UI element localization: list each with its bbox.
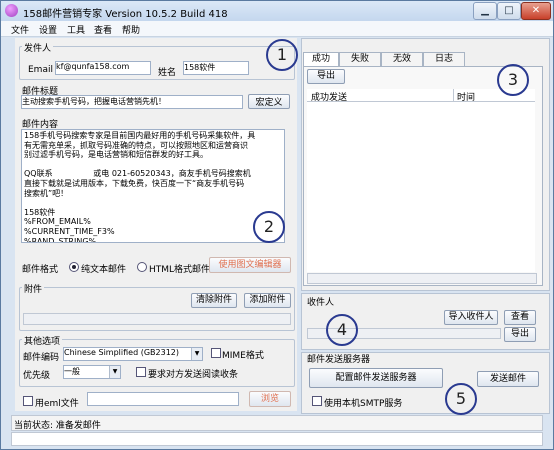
content-line	[24, 198, 282, 208]
window-title: 158邮件营销专家 Version 10.5.2 Build 418	[23, 9, 228, 20]
content-textarea[interactable]: 158手机号码搜索专家是目前国内最好用的手机号码采集软件，具 有无需充单采，抓取号…	[21, 129, 285, 243]
mime-checkbox[interactable]	[211, 348, 221, 358]
import-recipients-button[interactable]: 导入收件人	[444, 310, 498, 325]
tab-failed[interactable]: 失败	[339, 52, 381, 66]
results-table[interactable]	[307, 102, 535, 272]
priority-value: 一般	[64, 367, 80, 376]
content-line: 搜索机”吧！	[24, 188, 69, 198]
view-recipients-button[interactable]: 查看	[504, 310, 536, 325]
format-label: 邮件格式	[22, 265, 59, 275]
export-recipients-button[interactable]: 导出	[504, 327, 536, 342]
html-radio[interactable]	[137, 262, 147, 272]
plain-text-label: 纯文本邮件	[81, 265, 127, 275]
email-label: Email	[28, 65, 53, 75]
receipt-checkbox[interactable]	[136, 367, 146, 377]
content-line	[24, 160, 282, 170]
clear-attachment-button[interactable]: 清除附件	[191, 293, 237, 308]
close-icon[interactable]: ✕	[521, 2, 551, 20]
title-bar: 158邮件营销专家 Version 10.5.2 Build 418 ▁ □ ✕	[1, 1, 553, 21]
content-line: 别过滤手机号码，是电话营销和短信群发的好工具。	[24, 150, 208, 160]
menu-settings[interactable]: 设置	[39, 23, 57, 36]
encoding-select[interactable]: Chinese Simplified (GB2312) ▼	[63, 347, 203, 361]
eml-path-field[interactable]	[87, 392, 239, 406]
plain-text-radio[interactable]	[69, 262, 79, 272]
content-line: %FROM_EMAIL%	[24, 217, 91, 227]
sender-label: 发件人	[22, 41, 54, 54]
receipt-label: 要求对方发送阅读收条	[148, 370, 239, 380]
menu-file[interactable]: 文件	[11, 23, 29, 36]
marker-2: 2	[253, 211, 285, 243]
content-line: 158软件	[24, 207, 56, 217]
app-icon	[5, 4, 18, 17]
use-local-smtp-checkbox[interactable]	[312, 396, 322, 406]
marker-3: 3	[497, 64, 529, 96]
content-line: 158手机号码搜索专家是目前国内最好用的手机号码采集软件，具	[24, 131, 256, 140]
mime-label: MIME格式	[222, 351, 264, 361]
menu-view[interactable]: 查看	[94, 23, 112, 36]
tab-success[interactable]: 成功	[303, 52, 339, 66]
content-line: %CURRENT_TIME_F3%	[24, 226, 115, 236]
name-field[interactable]: 158软件	[183, 61, 249, 75]
column-divider	[453, 89, 454, 101]
smtp-label: 邮件发送服务器	[307, 355, 371, 365]
add-attachment-button[interactable]: 添加附件	[244, 293, 291, 308]
macro-button[interactable]: 宏定义	[248, 94, 290, 109]
other-options-label: 其他选项	[22, 334, 63, 347]
marker-4: 4	[326, 314, 358, 346]
email-field[interactable]: kf@qunfa158.com	[55, 61, 151, 75]
chevron-down-icon: ▼	[109, 366, 120, 378]
tab-log[interactable]: 日志	[423, 52, 465, 66]
attachment-list[interactable]	[23, 313, 291, 325]
chevron-down-icon: ▼	[191, 348, 202, 360]
content-line: 有无需充单采，抓取号码准确的特点，可以按照地区和运营商识	[24, 140, 248, 150]
send-mail-button[interactable]: 发送邮件	[477, 371, 539, 387]
encoding-value: Chinese Simplified (GB2312)	[64, 348, 179, 357]
priority-label: 优先级	[23, 371, 51, 381]
use-local-smtp-label: 使用本机SMTP服务	[324, 399, 403, 409]
eml-label: 用eml文件	[35, 399, 79, 409]
encoding-label: 邮件编码	[23, 353, 60, 363]
html-label: HTML格式邮件	[149, 265, 211, 275]
tab-invalid[interactable]: 无效	[381, 52, 423, 66]
subject-field[interactable]: 主动搜索手机号码，把握电话营销先机！	[21, 95, 243, 109]
name-label: 姓名	[158, 68, 177, 78]
marker-1: 1	[266, 39, 298, 71]
export-results-button[interactable]: 导出	[307, 69, 345, 84]
eml-checkbox[interactable]	[23, 396, 33, 406]
rich-editor-button[interactable]: 使用图文编辑器	[209, 257, 291, 273]
status-bar: 当前状态: 准备发邮件	[11, 415, 543, 431]
menu-tools[interactable]: 工具	[67, 23, 85, 36]
minimize-icon[interactable]: ▁	[473, 2, 497, 20]
browse-button[interactable]: 浏览	[249, 391, 291, 407]
status-progress	[11, 432, 543, 446]
content-line: %RAND_STRING%	[24, 236, 97, 243]
status-text: 当前状态: 准备发邮件	[14, 421, 101, 431]
menu-bar: 文件 设置 工具 查看 帮助	[1, 21, 553, 37]
content-line: QQ联系 或电 021-60520343，商友手机号码搜索机	[24, 169, 251, 179]
app-window: 158邮件营销专家 Version 10.5.2 Build 418 ▁ □ ✕…	[0, 0, 554, 450]
maximize-icon[interactable]: □	[497, 2, 521, 20]
marker-5: 5	[445, 383, 477, 415]
configure-smtp-button[interactable]: 配置邮件发送服务器	[309, 368, 443, 388]
attachment-label: 附件	[22, 282, 45, 295]
results-scrollbar[interactable]	[307, 273, 537, 284]
recipients-label: 收件人	[307, 298, 335, 308]
menu-help[interactable]: 帮助	[122, 23, 140, 36]
priority-select[interactable]: 一般 ▼	[63, 365, 121, 379]
content-line: 直接下载就是试用版本，下载免费，快百度一下“商友手机号码	[24, 178, 245, 188]
content-text: 158手机号码搜索专家是目前国内最好用的手机号码采集软件，具 有无需充单采，抓取号…	[22, 130, 284, 243]
